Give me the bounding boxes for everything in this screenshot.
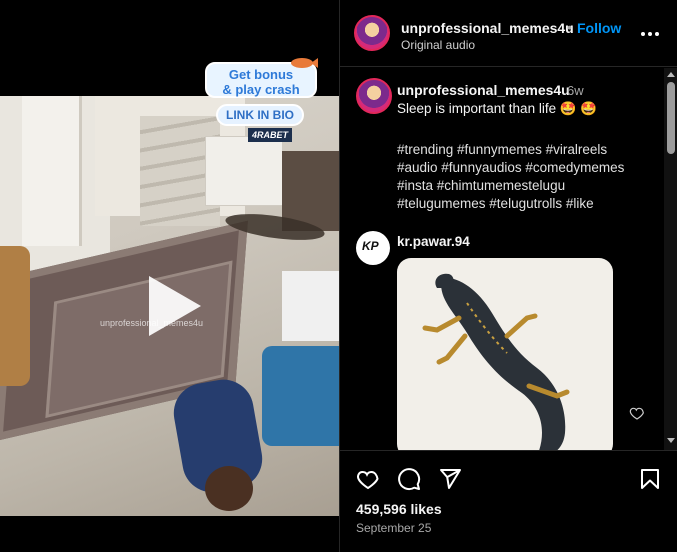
lizard-illustration	[422, 273, 570, 450]
commenter-avatar[interactable]: KP	[356, 231, 390, 265]
link-in-bio-badge: LINK IN BIO	[216, 104, 304, 126]
video-panel: unprofessional_memes4u Get bonus & play …	[0, 0, 339, 552]
scroll-up-arrow-icon[interactable]	[667, 72, 675, 77]
hashtag-line[interactable]: #insta #chimtumemestelugu	[397, 177, 647, 195]
post-panel: unprofessional_memes4u • Follow Original…	[339, 0, 677, 552]
audio-label[interactable]: Original audio	[401, 38, 475, 52]
play-icon[interactable]	[137, 271, 207, 341]
caption-timestamp[interactable]: 6w	[567, 83, 584, 98]
likes-count[interactable]: 459,596 likes	[356, 501, 442, 517]
scene-cabinet	[205, 136, 283, 206]
scroll-thumb[interactable]	[667, 82, 675, 154]
post-date: September 25	[356, 521, 432, 535]
video-player[interactable]: unprofessional_memes4u	[0, 96, 339, 516]
caption-text: Sleep is important than life 🤩 🤩	[397, 101, 598, 116]
scene-sofa	[0, 246, 30, 386]
scene-shelf	[282, 271, 339, 341]
comment-like-icon[interactable]	[629, 405, 645, 421]
scene-door	[22, 96, 82, 246]
commenter-username[interactable]: kr.pawar.94	[397, 234, 470, 249]
caption-avatar[interactable]	[356, 78, 392, 114]
hashtag-list: #trending #funnymemes #viralreels #audio…	[397, 141, 647, 213]
comments-section: unprofessional_memes4u 6w Sleep is impor…	[340, 68, 677, 450]
caption-username[interactable]: unprofessional_memes4u	[397, 82, 570, 98]
separator-dot: •	[567, 19, 572, 35]
brand-logo: 4RABET	[248, 128, 292, 142]
comments-scrollbar[interactable]	[664, 68, 677, 450]
commenter-avatar-text: KP	[362, 239, 379, 253]
heart-icon[interactable]	[356, 467, 380, 491]
hashtag-line[interactable]: #telugumemes #telugutrolls #like	[397, 195, 647, 213]
fish-icon	[291, 58, 318, 68]
post-actions: 459,596 likes September 25	[340, 450, 677, 552]
bookmark-icon[interactable]	[638, 467, 662, 491]
comment-icon[interactable]	[397, 467, 421, 491]
more-options-icon[interactable]	[640, 24, 660, 44]
hashtag-line[interactable]: #audio #funnyaudios #comedymemes	[397, 159, 647, 177]
send-icon[interactable]	[438, 467, 462, 491]
promo-line-2: & play crash	[222, 82, 300, 97]
follow-button[interactable]: Follow	[577, 20, 621, 36]
comment-sticker-image	[397, 258, 613, 450]
header-username[interactable]: unprofessional_memes4u	[401, 20, 574, 36]
scene-person-head	[205, 466, 253, 511]
hashtag-line[interactable]: #trending #funnymemes #viralreels	[397, 141, 647, 159]
avatar[interactable]	[354, 15, 390, 51]
scroll-down-arrow-icon[interactable]	[667, 438, 675, 443]
scene-chair	[262, 346, 339, 446]
post-header: unprofessional_memes4u • Follow Original…	[340, 0, 677, 67]
